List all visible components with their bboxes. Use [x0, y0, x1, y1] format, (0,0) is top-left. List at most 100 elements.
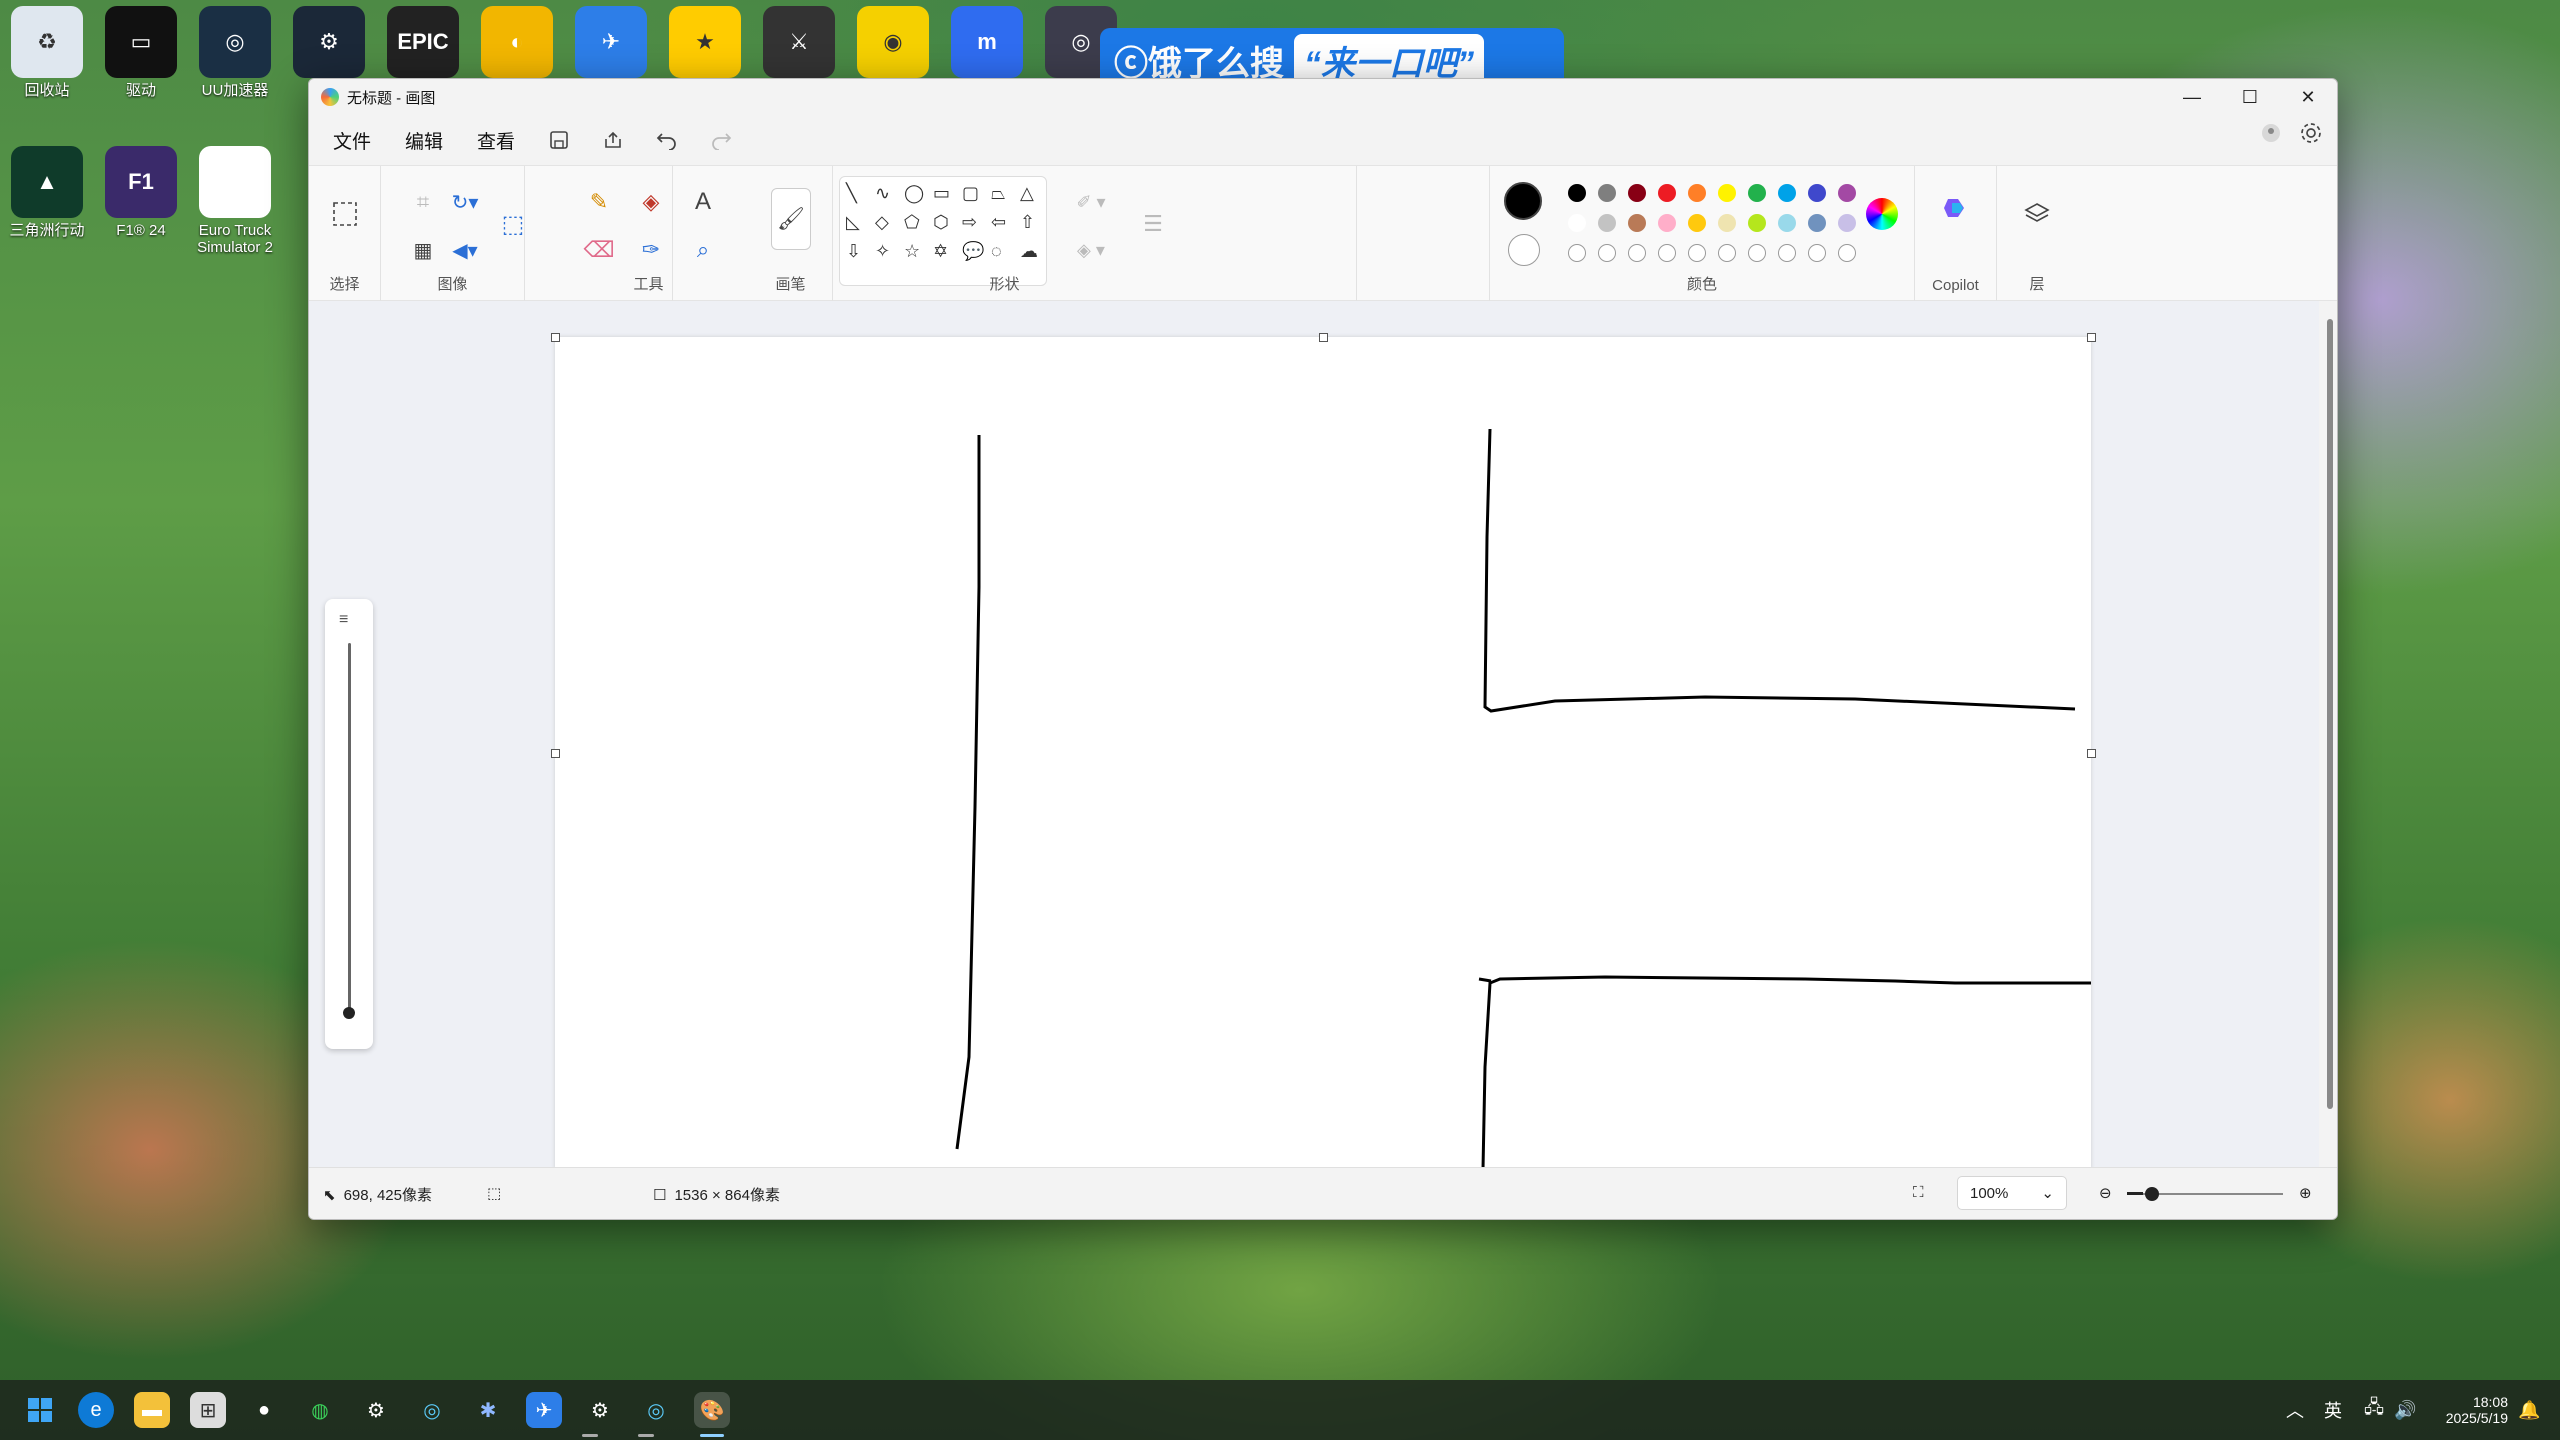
undo-button[interactable]	[643, 121, 691, 159]
qq-icon[interactable]: ●	[246, 1392, 282, 1428]
palette-swatch[interactable]	[1658, 214, 1676, 232]
palette-swatch[interactable]	[1748, 184, 1766, 202]
slider-thumb[interactable]	[343, 1007, 355, 1019]
custom-color-slot[interactable]	[1628, 244, 1646, 262]
desktop-icon-row1-9[interactable]: ◉	[846, 6, 940, 78]
color2-swatch[interactable]	[1508, 234, 1540, 266]
uu-running-icon[interactable]: ◎	[638, 1392, 674, 1428]
resize-button[interactable]: ▦	[403, 230, 443, 270]
color1-swatch[interactable]	[1504, 182, 1542, 220]
custom-color-slot[interactable]	[1688, 244, 1706, 262]
selection-tool-button[interactable]	[325, 194, 365, 234]
zoom-in-button[interactable]: ⊕	[2299, 1184, 2312, 1202]
edge-browser-icon[interactable]: e	[78, 1392, 114, 1428]
save-button[interactable]	[535, 121, 583, 159]
fit-to-window-button[interactable]: ⛶	[1913, 1184, 1924, 1201]
scrollbar-thumb[interactable]	[2327, 319, 2333, 1109]
feishu-icon[interactable]: ✈	[526, 1392, 562, 1428]
zoom-slider-track[interactable]	[2143, 1193, 2283, 1195]
custom-color-slot[interactable]	[1568, 244, 1586, 262]
zoom-out-button[interactable]: ⊖	[2099, 1184, 2112, 1202]
menu-file[interactable]: 文件	[319, 121, 385, 160]
system-tray[interactable]: 🖧 🔊	[2364, 1380, 2417, 1440]
account-icon[interactable]	[2261, 123, 2281, 148]
palette-swatch[interactable]	[1808, 184, 1826, 202]
desktop-icon-row1-6[interactable]: ✈	[564, 6, 658, 78]
notification-icon[interactable]: 🔔	[2518, 1380, 2540, 1440]
drawing-canvas[interactable]	[555, 337, 2091, 1170]
magnifier-button[interactable]: ⌕	[683, 230, 723, 270]
uu-booster-icon[interactable]: ◎	[414, 1392, 450, 1428]
fill-button[interactable]: ◈	[631, 182, 671, 222]
show-hidden-icons-button[interactable]: ︿	[2286, 1380, 2304, 1440]
desktop-icon-row1-4[interactable]: EPIC	[376, 6, 470, 78]
desktop-icon-row1-8[interactable]: ⚔	[752, 6, 846, 78]
brush-size-slider[interactable]: ≡	[325, 599, 373, 1049]
menu-view[interactable]: 查看	[463, 121, 529, 160]
steam-running-icon[interactable]: ⚙	[582, 1392, 618, 1428]
desktop-icon-row1-3[interactable]: ⚙	[282, 6, 376, 78]
file-explorer-icon[interactable]: ▬	[134, 1392, 170, 1428]
settings-gear-icon[interactable]	[2299, 121, 2323, 150]
steam-icon[interactable]: ⚙	[358, 1392, 394, 1428]
palette-swatch[interactable]	[1598, 214, 1616, 232]
custom-color-slot[interactable]	[1838, 244, 1856, 262]
palette-swatch[interactable]	[1718, 184, 1736, 202]
palette-swatch[interactable]	[1688, 214, 1706, 232]
custom-color-slot[interactable]	[1778, 244, 1796, 262]
desktop-icon-row2-2[interactable]: Euro Truck Simulator 2	[188, 146, 282, 256]
shapes-gallery[interactable]: ╲ ∿ ◯ ▭ ▢ ⏢ △ ◺ ◇ ⬠ ⬡ ⇨ ⇦ ⇧ ⇩ ✧ ☆ ✡ 💬 ◌ ☁	[839, 176, 1047, 286]
palette-swatch[interactable]	[1778, 214, 1796, 232]
brush-button[interactable]: 🖌	[771, 188, 811, 250]
crop-button[interactable]: ⌗	[403, 182, 443, 222]
custom-color-slot[interactable]	[1808, 244, 1826, 262]
color-picker-button[interactable]: ✑	[631, 230, 671, 270]
zoom-slider-thumb[interactable]	[2145, 1187, 2159, 1201]
palette-swatch[interactable]	[1778, 184, 1796, 202]
wechat-icon[interactable]: ◍	[302, 1392, 338, 1428]
start-button[interactable]	[22, 1392, 58, 1428]
palette-swatch[interactable]	[1598, 184, 1616, 202]
copilot-button[interactable]	[1935, 188, 1975, 228]
maximize-button[interactable]: ☐	[2221, 79, 2279, 115]
rotate-button[interactable]: ↻▾	[445, 182, 485, 222]
outline-button[interactable]: ✐ ▾	[1061, 182, 1121, 222]
custom-color-slot[interactable]	[1598, 244, 1616, 262]
desktop-icon-row2-0[interactable]: ▲ 三角洲行动	[0, 146, 94, 239]
menu-edit[interactable]: 编辑	[391, 121, 457, 160]
resize-handle-top[interactable]	[1319, 333, 1328, 342]
paint-taskbar-icon[interactable]: 🎨	[694, 1392, 730, 1428]
palette-swatch[interactable]	[1568, 214, 1586, 232]
desktop-icon-row1-2[interactable]: ◎ UU加速器	[188, 6, 282, 99]
redo-button[interactable]	[697, 121, 745, 159]
eraser-button[interactable]: ⌫	[579, 230, 619, 270]
desktop-icon-row1-10[interactable]: m	[940, 6, 1034, 78]
minimize-button[interactable]: —	[2163, 79, 2221, 115]
zoom-select[interactable]: 100% ⌄	[1957, 1176, 2067, 1210]
desktop-icon-row2-1[interactable]: F1 F1® 24	[94, 146, 188, 239]
share-button[interactable]	[589, 121, 637, 159]
text-button[interactable]: A	[683, 182, 723, 222]
edit-colors-button[interactable]	[1866, 198, 1898, 230]
layers-button[interactable]	[2017, 194, 2057, 234]
palette-swatch[interactable]	[1628, 184, 1646, 202]
resize-handle-left[interactable]	[551, 749, 560, 758]
custom-color-slot[interactable]	[1718, 244, 1736, 262]
line-size-button[interactable]: ☰	[1133, 204, 1173, 244]
clock[interactable]: 18:08 2025/5/19	[2434, 1380, 2508, 1440]
pencil-button[interactable]: ✎	[579, 182, 619, 222]
palette-swatch[interactable]	[1688, 184, 1706, 202]
resize-handle-tr[interactable]	[2087, 333, 2096, 342]
palette-swatch[interactable]	[1838, 214, 1856, 232]
palette-swatch[interactable]	[1658, 184, 1676, 202]
store-icon[interactable]: ⊞	[190, 1392, 226, 1428]
palette-swatch[interactable]	[1718, 214, 1736, 232]
shape-fill-button[interactable]: ◈ ▾	[1061, 230, 1121, 270]
desktop-icon-row1-1[interactable]: ▭ 驱动	[94, 6, 188, 99]
resize-handle-right[interactable]	[2087, 749, 2096, 758]
palette-swatch[interactable]	[1628, 214, 1646, 232]
palette-swatch[interactable]	[1838, 184, 1856, 202]
desktop-icon-row1-7[interactable]: ★	[658, 6, 752, 78]
resize-handle-tl[interactable]	[551, 333, 560, 342]
input-language[interactable]: 英	[2324, 1380, 2342, 1440]
